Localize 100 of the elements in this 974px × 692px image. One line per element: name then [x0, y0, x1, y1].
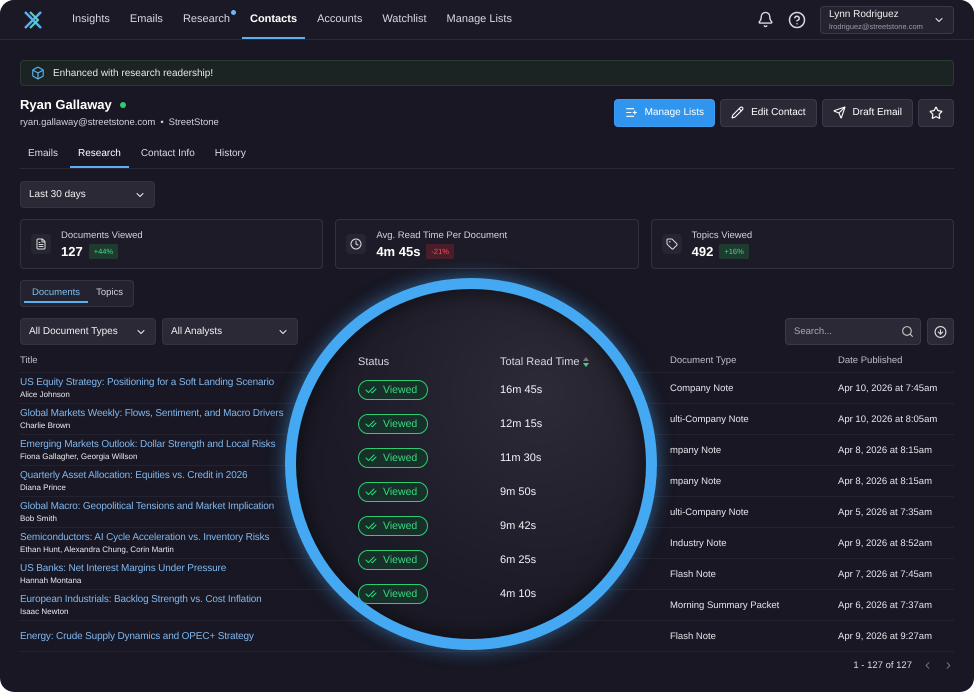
date-published: Apr 6, 2026 at 7:37am [838, 600, 934, 610]
contact-email: ryan.gallaway@streetstone.com [20, 117, 156, 128]
double-check-icon [365, 452, 377, 464]
document-title-link[interactable]: Quarterly Asset Allocation: Equities vs. Credit in 2026 [20, 470, 248, 481]
document-title-link[interactable]: Energy: Crude Supply Dynamics and OPEC+ Strategy [20, 630, 254, 642]
status-badge: Viewed [358, 516, 428, 536]
document-type: Industry Note [670, 538, 728, 548]
period-select[interactable]: Last 30 days [20, 181, 155, 208]
star-icon [929, 106, 943, 120]
document-title-link[interactable]: Emerging Markets Outlook: Dollar Strength and Local Risks [20, 439, 276, 450]
pagination-range: 1 - 127 of 127 [853, 660, 912, 671]
document-authors: Isaac Newton [20, 607, 68, 616]
document-type: ulti-Company Note [670, 414, 750, 424]
segment-tab[interactable]: Topics [88, 284, 131, 303]
read-time: 16m 45s [500, 384, 542, 396]
nav-link[interactable]: Emails [122, 0, 171, 39]
status-badge: Viewed [358, 584, 428, 604]
document-type: Morning Summary Packet [670, 600, 780, 610]
nav-link[interactable]: Watchlist [374, 0, 435, 39]
document-type: ulti-Company Note [670, 506, 750, 518]
filter-select[interactable]: All Analysts [162, 318, 298, 345]
logo-icon [22, 8, 44, 30]
status-badge: Viewed [358, 414, 428, 434]
tab[interactable]: History [206, 148, 254, 168]
help-icon[interactable] [788, 10, 806, 28]
nav-link[interactable]: Insights [64, 0, 118, 39]
read-time: 11m 30s [500, 452, 542, 464]
document-type: mpany Note [670, 476, 722, 486]
list-plus-icon [624, 106, 638, 119]
nav-link[interactable]: Research [174, 0, 238, 39]
read-time: 6m 25s [500, 554, 536, 566]
nav-link[interactable]: Contacts [242, 0, 306, 39]
search-icon [901, 325, 914, 338]
date-published: Apr 8, 2026 at 8:15am [838, 444, 934, 456]
document-authors: Ethan Hunt, Alexandra Chung, Corin Martin [20, 545, 174, 554]
column-header: Total Read Time [500, 356, 580, 368]
cube-icon [31, 66, 45, 80]
double-check-icon [365, 486, 377, 498]
date-published: Apr 7, 2026 at 7:45am [838, 568, 934, 580]
search-input[interactable]: Search... [792, 325, 901, 338]
stat-value: 4m 45s [376, 244, 420, 258]
status-badge: Viewed [358, 380, 428, 400]
favorite-button[interactable] [918, 98, 954, 126]
document-type: Company Note [670, 382, 734, 394]
double-check-icon [365, 588, 377, 600]
document-title-link[interactable]: Global Macro: Geopolitical Tensions and Market Implication [20, 501, 274, 512]
date-published: Apr 10, 2026 at 7:45am [838, 382, 938, 394]
tab[interactable]: Research [70, 148, 129, 168]
pencil-icon [731, 106, 744, 119]
date-published: Apr 5, 2026 at 7:35am [838, 506, 934, 518]
document-icon [35, 238, 47, 250]
document-authors: Alice Johnson [20, 390, 70, 399]
separator-dot: • [160, 117, 164, 128]
tab[interactable]: Emails [20, 148, 66, 168]
status-badge: Viewed [358, 482, 428, 502]
download-button[interactable] [927, 318, 954, 345]
status-badge: Viewed [358, 448, 428, 468]
date-published: Apr 10, 2026 at 8:05am [838, 414, 938, 424]
document-type: mpany Note [670, 444, 722, 456]
banner-text: Enhanced with research readership! [53, 68, 214, 78]
bell-icon[interactable] [757, 11, 774, 28]
sort-icon[interactable] [583, 357, 590, 367]
tab[interactable]: Contact Info [132, 148, 203, 168]
column-header: Status [358, 356, 390, 368]
filter-select[interactable]: All Document Types [20, 318, 156, 345]
contact-name: Ryan Gallaway [20, 97, 112, 112]
document-authors: Hannah Montana [20, 576, 82, 585]
action-button[interactable]: Draft Email [822, 98, 913, 126]
stat-label: Topics Viewed [692, 230, 752, 240]
double-check-icon [365, 418, 377, 430]
column-header: Title [20, 355, 39, 366]
status-badge: Viewed [358, 550, 428, 570]
column-header: Date Published [838, 355, 904, 366]
nav-link[interactable]: Accounts [309, 0, 370, 39]
document-title-link[interactable]: Global Markets Weekly: Flows, Sentiment, and Macro Drivers [20, 408, 284, 419]
document-title-link[interactable]: US Banks: Net Interest Margins Under Pressure [20, 563, 226, 574]
document-authors: Charlie Brown [20, 421, 70, 430]
clock-icon [350, 238, 362, 250]
date-published: Apr 9, 2026 at 8:52am [838, 538, 934, 548]
read-time: 4m 10s [500, 588, 536, 600]
date-published: Apr 9, 2026 at 9:27am [838, 630, 934, 642]
download-icon [934, 324, 947, 338]
double-check-icon [365, 520, 377, 532]
stat-label: Avg. Read Time Per Document [376, 230, 508, 240]
nav-link[interactable]: Manage Lists [438, 0, 520, 39]
document-title-link[interactable]: European Industrials: Backlog Strength vs. Cost Inflation [20, 594, 262, 605]
segment-tab[interactable]: Documents [24, 284, 88, 303]
stat-label: Documents Viewed [61, 230, 143, 240]
double-check-icon [365, 384, 377, 396]
document-type: Flash Note [670, 630, 717, 642]
stat-value: 127 [61, 244, 83, 258]
stat-value: 492 [692, 244, 714, 258]
document-title-link[interactable]: US Equity Strategy: Positioning for a Soft Landing Scenario [20, 377, 274, 388]
search-field[interactable]: Search... [785, 318, 921, 345]
document-type: Flash Note [670, 568, 717, 580]
document-authors: Diana Prince [20, 483, 66, 492]
document-title-link[interactable]: Semiconductors: AI Cycle Acceleration vs. Inventory Risks [20, 532, 270, 543]
action-button[interactable]: Edit Contact [720, 98, 817, 126]
user-name: Lynn Rodriguez [829, 8, 900, 20]
tag-icon [666, 238, 678, 250]
